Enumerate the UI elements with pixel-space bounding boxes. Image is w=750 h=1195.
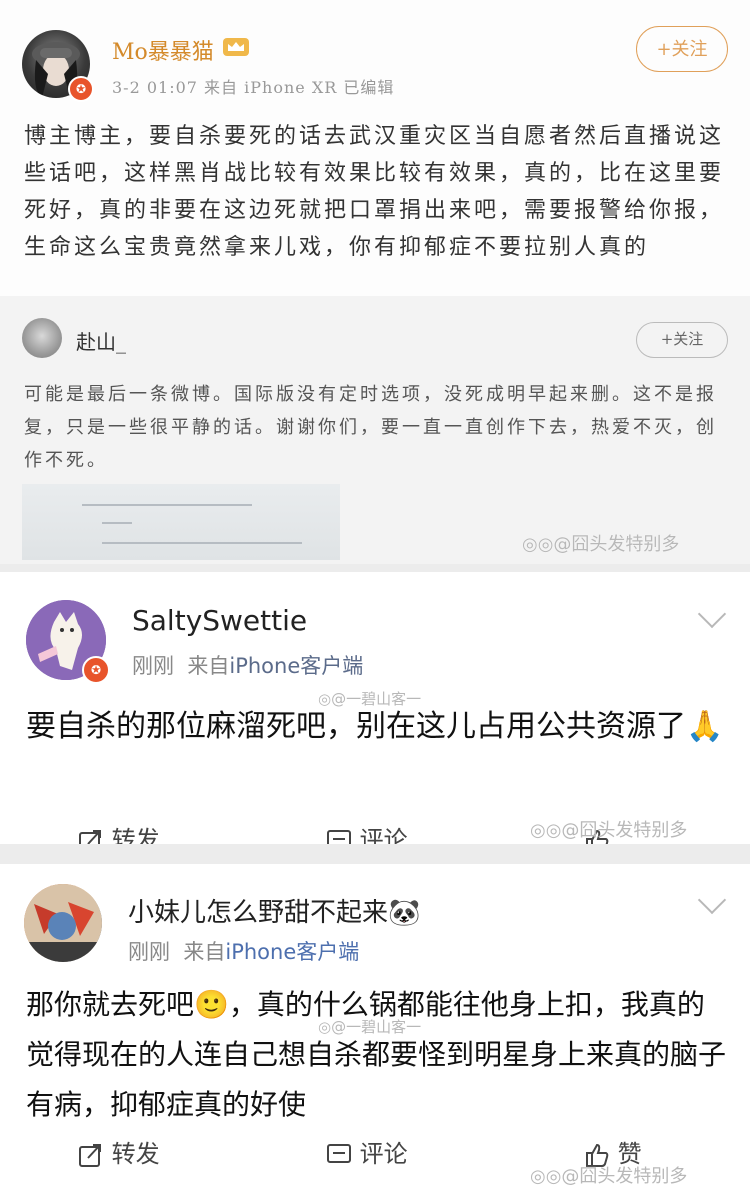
follow-button[interactable]: +关注 — [636, 26, 728, 72]
repost-button[interactable]: 转发 — [78, 820, 160, 844]
crown-icon — [222, 36, 250, 58]
smile-emoji-icon: 🙂 — [194, 988, 229, 1021]
comment-body: 要自杀的那位麻溜死吧，别在这儿占用公共资源了 — [26, 709, 686, 744]
post-source[interactable]: iPhone客户端 — [229, 654, 363, 678]
weibo-logo-icon: ◎◎ — [530, 1166, 562, 1187]
source-prefix: 来自 — [187, 654, 230, 678]
weibo-logo-icon: ◎◎ — [522, 534, 554, 555]
username[interactable]: SaltySwettie — [132, 604, 307, 637]
weibo-logo-icon: ◎ — [318, 1018, 332, 1036]
repost-button[interactable]: 转发 — [78, 1134, 160, 1169]
comment-text: 那你就去死吧🙂，真的什么锅都能往他身上扣，我真的觉得现在的人连自己想自杀都要怪到… — [26, 980, 726, 1130]
comment-button[interactable]: 评论 — [326, 820, 408, 844]
username[interactable]: Mo暴暴猫 — [112, 34, 214, 66]
verified-badge-icon: ✪ — [82, 656, 110, 684]
repost-label: 转发 — [111, 1140, 160, 1168]
username[interactable]: 赴山_ — [76, 326, 126, 355]
verified-badge-icon: ✪ — [68, 76, 94, 102]
divider — [0, 844, 750, 864]
weibo-logo-icon: ◎◎ — [530, 820, 562, 841]
username-text: 小妹儿怎么野甜不起来 — [128, 898, 389, 928]
avatar-image — [24, 884, 102, 962]
post-time: 刚刚 — [128, 940, 170, 964]
username[interactable]: 小妹儿怎么野甜不起来🐼 — [128, 892, 420, 929]
quoted-post-text: 可能是最后一条微博。国际版没有定时选项，没死成明早起来删。这不是报复，只是一些很… — [24, 384, 717, 471]
comment-label: 评论 — [359, 826, 408, 844]
post-time: 刚刚 — [132, 654, 174, 678]
pray-emoji-icon: 🙏 — [686, 709, 724, 744]
watermark: ◎◎@囧头发特别多 — [522, 534, 680, 555]
avatar[interactable] — [24, 884, 102, 962]
comment-text: 要自杀的那位麻溜死吧，别在这儿占用公共资源了🙏 — [26, 702, 726, 752]
comment-body-start: 那你就去死吧 — [26, 988, 195, 1021]
watermark: ◎◎@囧头发特别多 — [530, 820, 688, 841]
avatar[interactable] — [22, 318, 62, 358]
comment-button[interactable]: 评论 — [326, 1134, 408, 1169]
source-prefix: 来自 — [183, 940, 226, 964]
attached-image[interactable] — [22, 484, 340, 560]
chevron-down-icon[interactable] — [697, 599, 727, 629]
comment-meta: 刚刚 来自iPhone客户端 — [132, 650, 363, 680]
repost-icon — [79, 1144, 101, 1167]
post-meta: 3-2 01:07 来自 iPhone XR 已编辑 — [112, 78, 395, 97]
post-text: 博主博主，要自杀要死的话去武汉重灾区当自愿者然后直播说这些话吧，这样黑肖战比较有… — [24, 124, 725, 260]
chevron-down-icon[interactable] — [697, 885, 727, 915]
comment-icon — [327, 1144, 351, 1163]
repost-label: 转发 — [111, 826, 160, 844]
comment-label: 评论 — [359, 1140, 408, 1168]
watermark: ◎@一碧山客一 — [318, 1018, 422, 1036]
divider — [0, 564, 750, 572]
watermark: ◎◎@囧头发特别多 — [530, 1166, 688, 1187]
comment-icon — [327, 830, 351, 844]
follow-button[interactable]: +关注 — [636, 322, 728, 358]
panda-emoji-icon: 🐼 — [388, 898, 421, 928]
post-source[interactable]: iPhone客户端 — [225, 940, 359, 964]
comment-meta: 刚刚 来自iPhone客户端 — [128, 936, 359, 966]
repost-icon — [79, 830, 101, 844]
